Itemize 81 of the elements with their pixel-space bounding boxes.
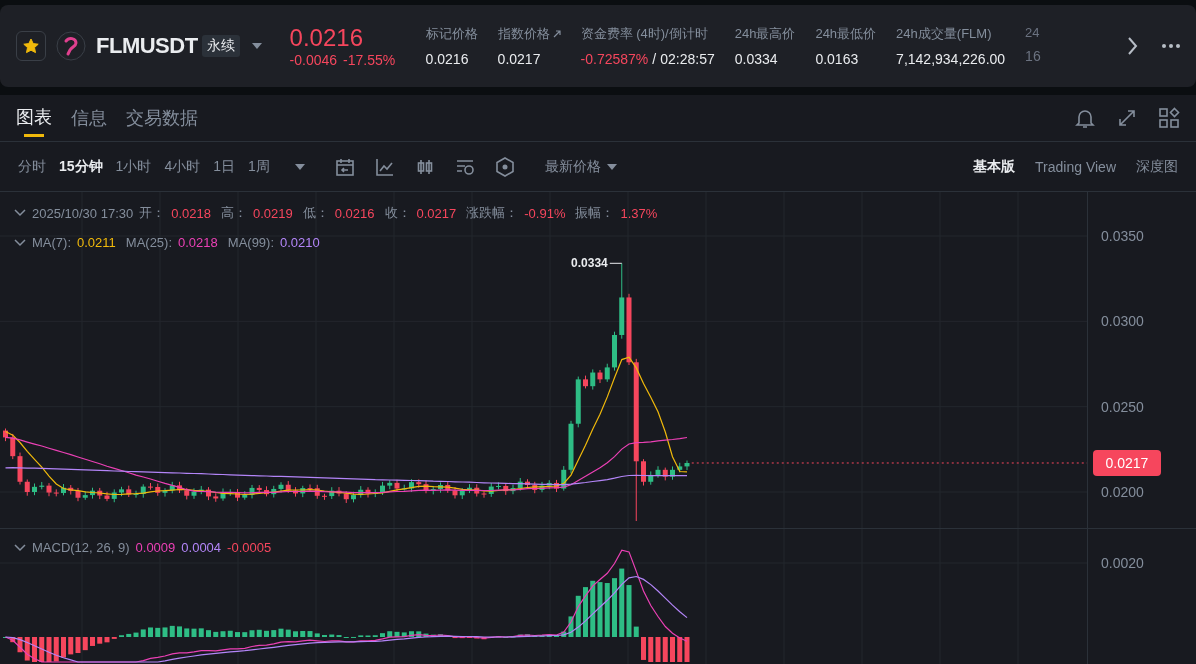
- stat-value: 0.0334: [734, 51, 778, 67]
- stat-label: 24: [1025, 25, 1040, 40]
- field-label: 高：: [221, 204, 247, 222]
- macd-label: MACD(12, 26, 9): [32, 540, 130, 555]
- ma-value: 0.0210: [280, 235, 320, 250]
- macd-value: 0.0004: [181, 540, 222, 555]
- expand-icon[interactable]: [1116, 107, 1138, 129]
- field-label: 振幅：: [575, 204, 615, 222]
- tab[interactable]: 交易数据: [126, 94, 198, 142]
- stat-value: 0.0216: [425, 51, 469, 67]
- stat-label: 指数价格: [497, 25, 550, 43]
- chevron-down-icon[interactable]: [14, 209, 26, 217]
- stat-label: 24h成交量(FLM): [896, 25, 992, 43]
- candle-datetime: 2025/10/30 17:30: [32, 205, 134, 221]
- line-chart-icon[interactable]: [374, 156, 395, 177]
- last-price: 0.0216: [289, 24, 364, 52]
- axis-label: 0.0250: [1101, 398, 1144, 415]
- view-tab[interactable]: Trading View: [1035, 157, 1116, 176]
- tab[interactable]: 信息: [71, 94, 107, 142]
- field-value: -0.91%: [524, 205, 566, 221]
- ma-value: 0.0211: [77, 235, 116, 250]
- interval-tab[interactable]: 1日: [213, 157, 235, 176]
- stat-value: -0.72587%: [580, 51, 649, 67]
- interval-tab[interactable]: 分时: [18, 157, 46, 176]
- ma-label: MA(25):: [125, 235, 173, 250]
- countdown-timer: 02:28:57: [660, 51, 715, 67]
- stat-label: 24h最低价: [815, 25, 877, 43]
- field-value: 0.0217: [416, 205, 457, 221]
- coin-logo-icon: [56, 31, 86, 61]
- bell-icon[interactable]: [1074, 107, 1096, 129]
- price-change: -0.0046: [289, 52, 338, 68]
- stat-label: 24h最高价: [734, 25, 796, 43]
- axis-label: 0.0020: [1101, 555, 1144, 571]
- field-value: 0.0219: [253, 205, 293, 221]
- stat-value: 7,142,934,226.00: [896, 51, 1006, 67]
- stat-label: 资金费率 (4时)/倒计时: [580, 25, 708, 43]
- field-label: 低：: [302, 204, 329, 222]
- layout-grid-icon[interactable]: [1158, 107, 1180, 129]
- current-price-tag: 0.0217: [1093, 450, 1161, 476]
- macd-value: 0.0009: [135, 540, 176, 555]
- caret-icon[interactable]: [606, 163, 617, 170]
- calendar-icon[interactable]: [334, 156, 355, 177]
- star-icon: [23, 38, 39, 54]
- interval-tab[interactable]: 15分钟: [59, 157, 103, 176]
- more-icon[interactable]: [1162, 44, 1180, 48]
- price-type-dropdown[interactable]: 最新价格: [544, 157, 601, 176]
- field-label: 收：: [384, 204, 411, 222]
- view-tab[interactable]: 基本版: [973, 157, 1016, 176]
- symbol-name: FLMUSDT: [96, 33, 198, 59]
- separator-slash: /: [652, 51, 657, 67]
- caret-icon[interactable]: [251, 43, 262, 49]
- tab[interactable]: 图表: [16, 94, 52, 142]
- price-change-percent: -17.55%: [343, 52, 396, 68]
- chevron-down-icon[interactable]: [14, 543, 26, 552]
- stat-value: 16: [1025, 48, 1041, 64]
- axis-label: 0.0200: [1101, 484, 1144, 500]
- external-link-icon[interactable]: [552, 30, 561, 38]
- axis-label: 0.0300: [1101, 313, 1144, 330]
- chevron-down-icon[interactable]: [14, 238, 26, 247]
- caret-icon[interactable]: [294, 163, 305, 170]
- field-label: 涨跌幅：: [466, 204, 519, 222]
- view-tab[interactable]: 深度图: [1136, 157, 1178, 176]
- ma-label: MA(7):: [32, 235, 71, 250]
- contract-type-badge: 永续: [201, 35, 240, 57]
- stat-value: 0.0163: [815, 51, 859, 67]
- macd-value: -0.0005: [227, 540, 272, 555]
- field-label: 开：: [139, 204, 166, 222]
- field-value: 0.0216: [334, 205, 375, 221]
- field-value: 1.37%: [620, 205, 658, 221]
- interval-tab[interactable]: 1周: [247, 157, 270, 176]
- stat-value: 0.0217: [497, 51, 541, 67]
- interval-tab[interactable]: 4小时: [164, 157, 201, 176]
- interval-tab[interactable]: 1小时: [115, 157, 152, 176]
- stat-label: 标记价格: [425, 25, 478, 43]
- ma-value: 0.0218: [178, 235, 218, 250]
- favorite-button[interactable]: [16, 31, 46, 61]
- chevron-right-icon[interactable]: [1127, 36, 1138, 56]
- axis-label: 0.0350: [1101, 228, 1144, 244]
- hexagon-icon[interactable]: [494, 156, 515, 177]
- ma-label: MA(99):: [227, 235, 275, 250]
- field-value: 0.0218: [171, 205, 211, 221]
